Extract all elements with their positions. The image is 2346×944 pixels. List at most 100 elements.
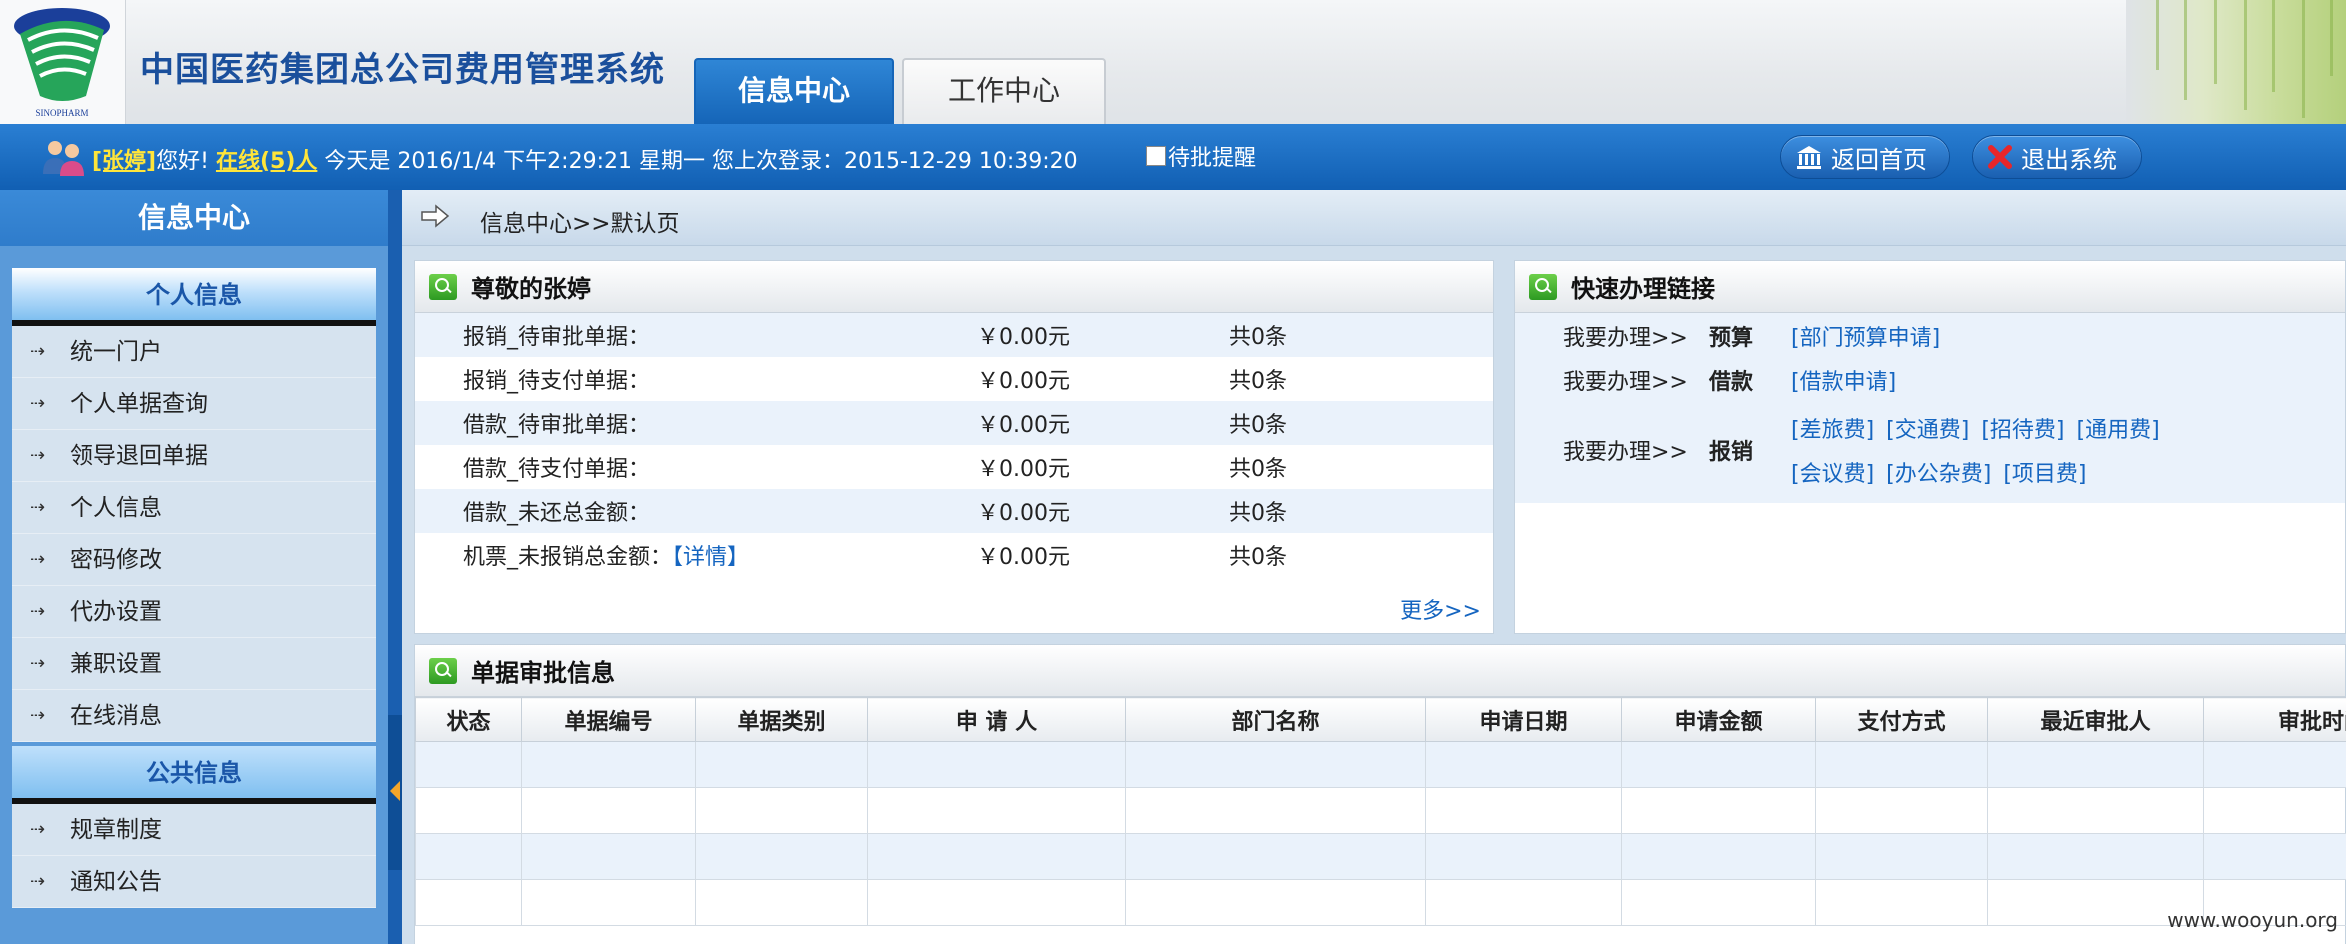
header: SINOPHARM 中国医药集团总公司费用管理系统 信息中心 工作中心	[0, 0, 2346, 124]
sidebar-item-change-password[interactable]: ⇢ 密码修改	[12, 534, 376, 586]
arrow-right-icon	[421, 204, 450, 228]
username-link[interactable]: [张婷]	[92, 149, 156, 174]
close-icon	[1988, 145, 2012, 169]
today-text: 今天是 2016/1/4 下午2:29:21 星期一	[324, 149, 705, 174]
link-loan-apply[interactable]: [借款申请]	[1791, 370, 1896, 395]
sidebar-item-portal[interactable]: ⇢ 统一门户	[12, 326, 376, 378]
col-amount[interactable]: 申请金额	[1621, 697, 1816, 742]
dashed-arrow-icon: ⇢	[30, 870, 45, 892]
quick-links-title: 快速办理链接	[1571, 275, 1715, 303]
summary-label: 报销_待支付单据：	[463, 369, 651, 394]
exit-button[interactable]: 退出系统	[1972, 135, 2142, 179]
dashed-arrow-icon: ⇢	[30, 548, 45, 570]
last-login-text: 您上次登录：2015-12-29 10:39:20	[711, 149, 1078, 174]
col-payment-method[interactable]: 支付方式	[1815, 697, 1988, 742]
summary-count: 共0条	[1229, 413, 1287, 438]
sidebar-title: 信息中心	[0, 190, 388, 246]
pending-reminder-label: 待批提醒	[1168, 146, 1257, 171]
col-approval-time[interactable]: 审批时间	[2203, 697, 2346, 742]
quick-prefix: 我要办理>>	[1563, 326, 1688, 351]
col-apply-date[interactable]: 申请日期	[1425, 697, 1622, 742]
sidebar-section-public: 公共信息 ⇢ 规章制度 ⇢ 通知公告	[12, 746, 376, 908]
summary-count: 共0条	[1229, 325, 1287, 350]
link-office[interactable]: [办公杂费]	[1886, 462, 1991, 487]
sidebar-section-title[interactable]: 公共信息	[12, 746, 376, 804]
search-icon	[1529, 273, 1557, 300]
link-project[interactable]: [项目费]	[2003, 462, 2086, 487]
sidebar-item-proxy-settings[interactable]: ⇢ 代办设置	[12, 586, 376, 638]
exit-button-label: 退出系统	[2021, 145, 2117, 174]
quick-row-loan: 我要办理>> 借款 [借款申请]	[1515, 365, 2345, 409]
details-link[interactable]: 【详情】	[672, 545, 749, 570]
sidebar-item-notices[interactable]: ⇢ 通知公告	[12, 856, 376, 908]
link-meeting[interactable]: [会议费]	[1791, 462, 1874, 487]
audit-panel: 单据审批信息 状态 单据编号 单据类别 申 请 人 部门名称 申请日期 申请金额…	[414, 644, 2346, 944]
col-doc-type[interactable]: 单据类别	[695, 697, 868, 742]
bank-icon	[1797, 146, 1821, 169]
users-icon	[43, 141, 84, 176]
col-status[interactable]: 状态	[415, 697, 522, 742]
tab-work-center[interactable]: 工作中心	[902, 58, 1106, 124]
link-transport[interactable]: [交通费]	[1886, 418, 1969, 443]
summary-count: 共0条	[1229, 457, 1287, 482]
quick-category: 预算	[1709, 326, 1754, 351]
pending-reminder-checkbox[interactable]	[1146, 146, 1166, 166]
sidebar-item-parttime-settings[interactable]: ⇢ 兼职设置	[12, 638, 376, 690]
sidebar-item-returned-docs[interactable]: ⇢ 领导退回单据	[12, 430, 376, 482]
table-header-row: 状态 单据编号 单据类别 申 请 人 部门名称 申请日期 申请金额 支付方式 最…	[415, 697, 2346, 742]
dashed-arrow-icon: ⇢	[30, 340, 45, 362]
header-decoration	[2126, 0, 2346, 124]
quick-links-panel: 快速办理链接 我要办理>> 预算 [部门预算申请] 我要办理>> 借款 [借款申…	[1514, 260, 2346, 634]
breadcrumb-text: 信息中心>>默认页	[480, 211, 680, 237]
link-entertainment[interactable]: [招待费]	[1981, 418, 2064, 443]
link-dept-budget[interactable]: [部门预算申请]	[1791, 326, 1940, 351]
user-info: [张婷]您好! 在线(5)人 今天是 2016/1/4 下午2:29:21 星期…	[92, 143, 1078, 175]
sidebar-section-personal: 个人信息 ⇢ 统一门户 ⇢ 个人单据查询 ⇢ 领导退回单据 ⇢ 个人信息 ⇢ 密码修改 ⇢…	[12, 268, 376, 742]
sidebar-item-regulations[interactable]: ⇢ 规章制度	[12, 804, 376, 856]
greeting-text: 您好!	[156, 149, 209, 174]
more-link[interactable]: 更多>>	[1400, 593, 1481, 625]
dashed-arrow-icon: ⇢	[30, 652, 45, 674]
summary-list: 报销_待审批单据： ￥0.00元 共0条 报销_待支付单据： ￥0.00元 共0…	[415, 313, 1493, 577]
online-users-link[interactable]: 在线(5)人	[216, 149, 317, 174]
sidebar-collapse-handle[interactable]	[388, 715, 402, 870]
col-applicant[interactable]: 申 请 人	[867, 697, 1126, 742]
col-doc-number[interactable]: 单据编号	[521, 697, 696, 742]
dashed-arrow-icon: ⇢	[30, 704, 45, 726]
summary-row: 借款_未还总金额： ￥0.00元 共0条	[415, 489, 1493, 533]
quick-links-list: 我要办理>> 预算 [部门预算申请] 我要办理>> 借款 [借款申请] 我要办理…	[1515, 313, 2345, 503]
sidebar-item-personal-info[interactable]: ⇢ 个人信息	[12, 482, 376, 534]
tab-info-center[interactable]: 信息中心	[694, 58, 894, 124]
search-icon	[429, 273, 457, 300]
pending-reminder-toggle[interactable]: 待批提醒	[1146, 140, 1256, 172]
summary-row: 报销_待支付单据： ￥0.00元 共0条	[415, 357, 1493, 401]
quick-row-reimburse: 我要办理>> 报销 [差旅费] [交通费] [招待费] [通用费] [会议费] [办公杂…	[1515, 409, 2345, 497]
dashed-arrow-icon: ⇢	[30, 600, 45, 622]
quick-links-header: 快速办理链接	[1515, 261, 2345, 313]
app-title: 中国医药集团总公司费用管理系统	[140, 50, 665, 90]
quick-prefix: 我要办理>>	[1563, 370, 1688, 395]
col-last-approver[interactable]: 最近审批人	[1987, 697, 2204, 742]
user-bar: [张婷]您好! 在线(5)人 今天是 2016/1/4 下午2:29:21 星期…	[0, 124, 2346, 190]
home-button[interactable]: 返回首页	[1780, 135, 1950, 179]
summary-row: 借款_待审批单据： ￥0.00元 共0条	[415, 401, 1493, 445]
sidebar: 信息中心 个人信息 ⇢ 统一门户 ⇢ 个人单据查询 ⇢ 领导退回单据 ⇢ 个人信息 ⇢ 密…	[0, 190, 388, 944]
link-travel[interactable]: [差旅费]	[1791, 418, 1874, 443]
sidebar-item-personal-docs[interactable]: ⇢ 个人单据查询	[12, 378, 376, 430]
table-row	[415, 879, 2346, 926]
breadcrumb: 信息中心>>默认页	[402, 190, 2346, 246]
link-general[interactable]: [通用费]	[2077, 418, 2160, 443]
summary-label: 借款_待支付单据：	[463, 457, 651, 482]
dashed-arrow-icon: ⇢	[30, 818, 45, 840]
summary-label: 报销_待审批单据：	[463, 325, 651, 350]
col-department[interactable]: 部门名称	[1125, 697, 1426, 742]
quick-category: 借款	[1709, 370, 1754, 395]
summary-row: 报销_待审批单据： ￥0.00元 共0条	[415, 313, 1493, 357]
summary-panel: 尊敬的张婷 报销_待审批单据： ￥0.00元 共0条 报销_待支付单据： ￥0.…	[414, 260, 1494, 634]
watermark: www.wooyun.org	[2167, 908, 2338, 932]
sidebar-section-title[interactable]: 个人信息	[12, 268, 376, 326]
sidebar-item-online-messages[interactable]: ⇢ 在线消息	[12, 690, 376, 742]
summary-label-with-link: 机票_未报销总金额：【详情】	[463, 545, 750, 570]
audit-panel-header: 单据审批信息	[415, 645, 2345, 697]
quick-row-budget: 我要办理>> 预算 [部门预算申请]	[1515, 321, 2345, 365]
